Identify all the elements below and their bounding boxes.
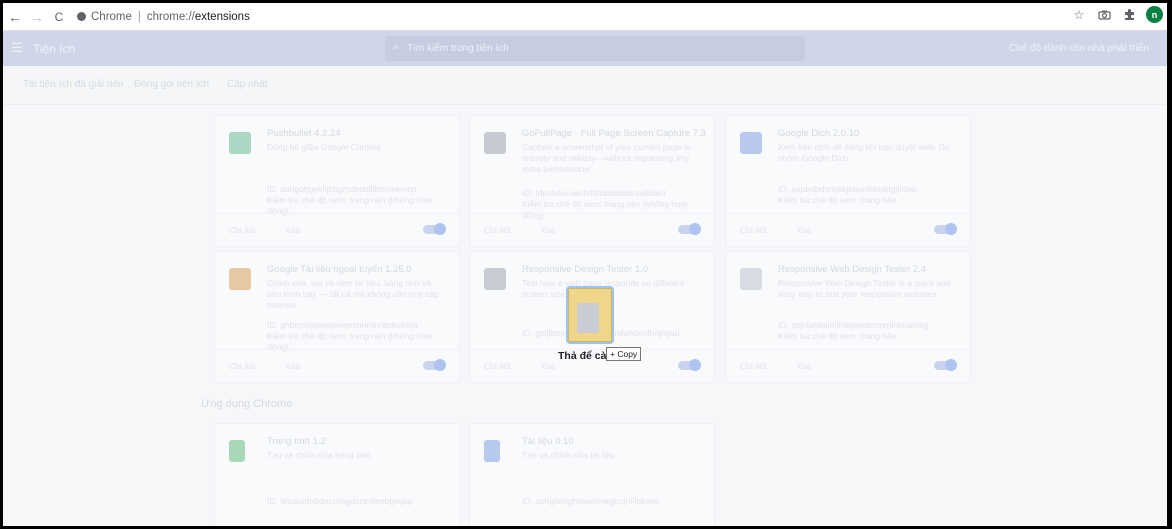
extension-name: Pushbullet 4.3.24 [267, 128, 341, 139]
extension-card: Responsive Web Design Tester 2.4 Respons… [725, 251, 971, 383]
app-name: Tài liệu 0.10 [522, 436, 574, 447]
app-description: Tạo và chỉnh sửa tài liệu [522, 450, 615, 460]
card-footer: Chi tiết Xóa [726, 213, 970, 246]
extension-name: Google Dịch 2.0.10 [778, 128, 860, 139]
extension-id: ID: objclahbaimlfnbjdeobicmmlnbhamkg Kiể… [778, 320, 929, 341]
back-icon[interactable]: ← [5, 7, 25, 27]
menu-icon[interactable]: ☰ [11, 41, 25, 55]
app-name: Trang tính 1.2 [267, 436, 326, 447]
responsive-tester-icon [484, 268, 506, 290]
details-button[interactable]: Chi tiết [740, 361, 766, 371]
extension-name: GoFullPage - Full Page Screen Capture 7.… [522, 128, 706, 139]
extension-card: Google Dịch 2.0.10 Xem bản dịch dễ dàng … [725, 115, 971, 247]
remove-button[interactable]: Xóa [540, 225, 555, 235]
address-bar[interactable]: Chrome | chrome://extensions [77, 7, 250, 27]
extensions-header: ☰ Tiện ích ⌕ Tìm kiếm trong tiện ích Chế… [3, 31, 1167, 66]
app-id: ID: aohghmighlieiainnegkcijnfilokake [522, 496, 660, 506]
toolbar-right: ☆ n [1071, 6, 1163, 23]
extension-description: Capture a screenshot of your current pag… [522, 142, 691, 174]
extensions-puzzle-icon[interactable] [1121, 7, 1137, 23]
search-icon: ⌕ [393, 41, 400, 53]
app-description: Tạo và chỉnh sửa bảng tính [267, 450, 371, 460]
camera-extension-icon [484, 132, 506, 154]
remove-button[interactable]: Xóa [540, 361, 555, 371]
star-icon[interactable]: ☆ [1071, 7, 1087, 23]
details-button[interactable]: Chi tiết [740, 225, 766, 235]
toggle-knob [945, 359, 957, 371]
extension-name: Responsive Web Design Tester 2.4 [778, 264, 927, 275]
extension-description: Đồng bộ giữa Google Chrome [267, 142, 381, 152]
forward-icon[interactable]: → [27, 7, 47, 27]
load-unpacked-button[interactable]: Tải tiện ích đã giải nén [23, 79, 124, 90]
camera-icon[interactable] [1096, 7, 1112, 23]
search-input[interactable]: ⌕ Tìm kiếm trong tiện ích [385, 36, 805, 61]
dragged-folder-icon [568, 288, 612, 342]
reload-icon[interactable]: C [49, 7, 69, 27]
details-button[interactable]: Chi tiết [484, 225, 510, 235]
remove-button[interactable]: Xóa [285, 361, 300, 371]
devices-icon [740, 268, 762, 290]
card-footer: Chi tiết Xóa [726, 349, 970, 382]
extension-name: Responsive Design Tester 1.0 [522, 264, 649, 275]
dev-mode-label: Chế độ dành cho nhà phát triển [1008, 43, 1149, 54]
search-placeholder: Tìm kiếm trong tiện ích [407, 43, 509, 54]
page-title: Tiện ích [33, 42, 76, 56]
chrome-site-icon [77, 12, 86, 21]
separator: | [137, 10, 141, 23]
app-card: Tài liệu 0.10 Tạo và chỉnh sửa tài liệu … [469, 423, 715, 526]
extensions-subbar: Tải tiện ích đã giải nén Đóng gói tiện í… [3, 66, 1167, 105]
sheets-icon [229, 440, 245, 462]
profile-avatar[interactable]: n [1146, 6, 1163, 23]
remove-button[interactable]: Xóa [796, 361, 811, 371]
extension-description: Xem bản dịch dễ dàng khi bạn duyệt web. … [778, 142, 950, 163]
toggle-knob [434, 359, 446, 371]
url-prefix: chrome:// [146, 10, 195, 23]
details-button[interactable]: Chi tiết [229, 361, 255, 371]
update-button[interactable]: Cập nhật [227, 79, 268, 90]
extension-card: Google Tài liệu ngoại tuyến 1.25.0 Chỉnh… [214, 251, 460, 383]
enable-toggle[interactable] [934, 359, 957, 371]
enable-toggle[interactable] [934, 223, 957, 235]
copy-badge: + Copy [606, 347, 642, 361]
dragged-file-icon [577, 303, 599, 333]
extension-description: Chỉnh sửa, tạo và xem tài liệu, bảng tín… [267, 278, 439, 310]
card-footer: Chi tiết Xóa [470, 213, 714, 246]
extension-card: Pushbullet 4.3.24 Đồng bộ giữa Google Ch… [214, 115, 460, 247]
app-card: Trang tính 1.2 Tạo và chỉnh sửa bảng tín… [214, 423, 460, 526]
browser-toolbar: ← → C Chrome | chrome://extensions ☆ n [3, 3, 1167, 31]
browser-window: ← → C Chrome | chrome://extensions ☆ n ☰… [3, 3, 1167, 526]
toggle-knob [945, 223, 957, 235]
extension-id: ID: aapbdbdomjkkjkaonfhkkikfgjllcleb Kiể… [778, 184, 917, 205]
pack-extension-button[interactable]: Đóng gói tiện ích [134, 79, 209, 90]
site-chip-label: Chrome [91, 10, 132, 23]
enable-toggle[interactable] [678, 359, 701, 371]
toggle-knob [434, 223, 446, 235]
toggle-knob [689, 359, 701, 371]
url-path: extensions [194, 10, 250, 23]
extension-card: GoFullPage - Full Page Screen Capture 7.… [469, 115, 715, 247]
enable-toggle[interactable] [423, 223, 446, 235]
details-button[interactable]: Chi tiết [229, 225, 255, 235]
enable-toggle[interactable] [678, 223, 701, 235]
apps-section-title: Ứng dụng Chrome [201, 398, 293, 410]
toggle-knob [689, 223, 701, 235]
card-footer: Chi tiết Xóa [215, 349, 459, 382]
remove-button[interactable]: Xóa [285, 225, 300, 235]
pushbullet-icon [229, 132, 251, 154]
translate-icon [740, 132, 762, 154]
app-id: ID: felcaaldnbdncclmgdcncolpebgiejap [267, 496, 413, 506]
drag-drop-indicator: Thả để cài đặt + Copy [558, 288, 648, 368]
docs-offline-icon [229, 268, 251, 290]
extension-description: Responsive Web Design Tester is a quick … [778, 278, 951, 299]
details-button[interactable]: Chi tiết [484, 361, 510, 371]
extension-name: Google Tài liệu ngoại tuyến 1.25.0 [267, 264, 412, 275]
docs-icon [484, 440, 500, 462]
enable-toggle[interactable] [423, 359, 446, 371]
remove-button[interactable]: Xóa [796, 225, 811, 235]
card-footer: Chi tiết Xóa [215, 213, 459, 246]
